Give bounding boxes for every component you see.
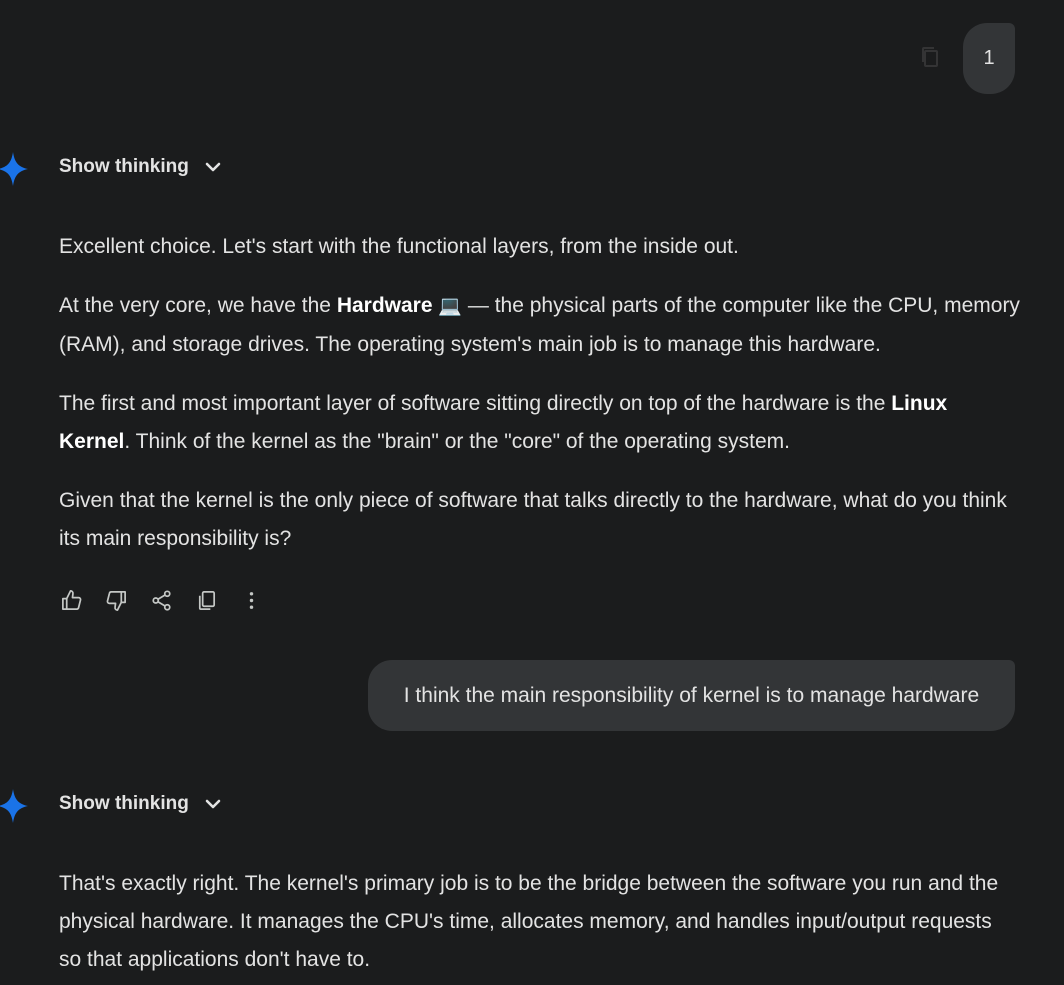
chevron-down-icon xyxy=(205,162,221,172)
share-button[interactable] xyxy=(149,588,173,612)
model-response: That's exactly right. The kernel's prima… xyxy=(59,865,1004,985)
paragraph-text: The first and most important layer of so… xyxy=(59,392,892,415)
laptop-emoji-icon: 💻 xyxy=(438,296,463,317)
show-thinking-toggle[interactable]: Show thinking xyxy=(59,156,223,178)
more-vert-icon xyxy=(249,591,253,609)
more-options-button[interactable] xyxy=(239,588,263,612)
response-actions xyxy=(59,588,263,612)
paragraph-text: That's exactly right. The kernel's prima… xyxy=(59,872,999,971)
chat-page: 1 Show thinking Excellent choice. Let's … xyxy=(0,0,1064,985)
thumbs-up-button[interactable] xyxy=(59,588,83,612)
paragraph-text: Given that the kernel is the only piece … xyxy=(59,489,1007,550)
copy-button[interactable] xyxy=(194,588,218,612)
paragraph-text: At the very core, we have the xyxy=(59,294,337,317)
user-message-bubble: I think the main responsibility of kerne… xyxy=(368,660,1015,731)
response-paragraph: That's exactly right. The kernel's prima… xyxy=(59,865,1004,979)
thumbs-up-icon xyxy=(61,589,81,610)
chevron-down-icon xyxy=(205,799,221,809)
response-paragraph: At the very core, we have the Hardware 💻… xyxy=(59,287,1024,364)
response-paragraph: The first and most important layer of so… xyxy=(59,385,1024,461)
gemini-spark-icon xyxy=(0,789,28,823)
user-message-text: I think the main responsibility of kerne… xyxy=(403,683,980,707)
thumbs-down-icon xyxy=(106,590,126,611)
share-icon xyxy=(151,589,171,611)
paragraph-text: Excellent choice. Let's start with the f… xyxy=(59,235,739,258)
copy-icon[interactable] xyxy=(920,46,940,68)
show-thinking-label: Show thinking xyxy=(59,156,189,177)
user-message-bubble: 1 xyxy=(963,23,1015,94)
copy-icon xyxy=(198,590,215,610)
show-thinking-label: Show thinking xyxy=(59,793,189,814)
response-paragraph: Given that the kernel is the only piece … xyxy=(59,482,1024,558)
user-message-text: 1 xyxy=(983,47,995,69)
thumbs-down-button[interactable] xyxy=(104,588,128,612)
response-paragraph: Excellent choice. Let's start with the f… xyxy=(59,228,1024,266)
paragraph-text: . Think of the kernel as the "brain" or … xyxy=(124,430,790,453)
show-thinking-toggle[interactable]: Show thinking xyxy=(59,793,223,815)
gemini-spark-icon xyxy=(0,152,28,186)
model-response: Excellent choice. Let's start with the f… xyxy=(59,228,1024,579)
bold-term: Hardware xyxy=(336,294,433,317)
